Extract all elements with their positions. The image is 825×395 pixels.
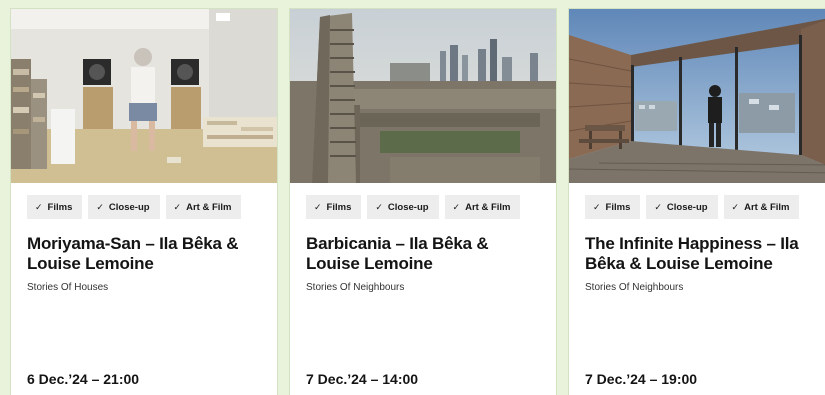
tag-close-up[interactable]: ✓ Close-up — [646, 195, 718, 219]
event-card[interactable]: ✓ Films ✓ Close-up ✓ Art & Film Moriyama-Sa… — [10, 8, 278, 395]
event-series: Stories Of Neighbours — [585, 282, 684, 293]
event-card-list: ✓ Films ✓ Close-up ✓ Art & Film Moriyama-Sa… — [0, 0, 825, 395]
event-card[interactable]: ✓ Films ✓ Close-up ✓ Art & Film The Infinit… — [568, 8, 825, 395]
event-title[interactable]: The Infinite Happiness – Ila Bêka & Loui… — [585, 234, 825, 274]
event-title[interactable]: Barbicania – Ila Bêka & Louise Lemoine — [306, 234, 546, 274]
tag-close-up[interactable]: ✓ Close-up — [88, 195, 160, 219]
tag-label: Films — [326, 201, 352, 213]
tag-label: Art & Film — [465, 201, 511, 213]
event-series: Stories Of Houses — [27, 282, 109, 293]
check-icon: ✓ — [173, 201, 182, 212]
event-date: 7 Dec.’24 – 19:00 — [585, 371, 698, 387]
event-card[interactable]: ✓ Films ✓ Close-up ✓ Art & Film Barbicania … — [289, 8, 557, 395]
tag-label: Close-up — [666, 201, 708, 213]
tag-label: Films — [47, 201, 73, 213]
tag-art-and-film[interactable]: ✓ Art & Film — [444, 195, 521, 219]
terrace-with-man-photo — [569, 9, 825, 183]
tag-label: Art & Film — [186, 201, 232, 213]
check-icon: ✓ — [654, 201, 662, 212]
tag-list: ✓ Films ✓ Close-up ✓ Art & Film — [27, 195, 242, 219]
tag-label: Close-up — [387, 201, 429, 213]
event-thumbnail-image[interactable] — [569, 9, 825, 183]
event-series: Stories Of Neighbours — [306, 282, 405, 293]
event-date: 7 Dec.’24 – 14:00 — [306, 371, 419, 387]
check-icon: ✓ — [593, 201, 601, 212]
tag-label: Films — [605, 201, 631, 213]
tag-list: ✓ Films ✓ Close-up ✓ Art & Film — [306, 195, 521, 219]
event-thumbnail-image[interactable] — [290, 9, 556, 183]
tag-label: Close-up — [108, 201, 150, 213]
tag-close-up[interactable]: ✓ Close-up — [367, 195, 439, 219]
tag-films[interactable]: ✓ Films — [585, 195, 641, 219]
event-title[interactable]: Moriyama-San – Ila Bêka & Louise Lemoine — [27, 234, 267, 274]
tag-films[interactable]: ✓ Films — [306, 195, 362, 219]
city-aerial-photo — [290, 9, 556, 183]
room-with-man-photo — [11, 9, 277, 183]
tag-label: Art & Film — [744, 201, 790, 213]
check-icon: ✓ — [35, 201, 43, 212]
check-icon: ✓ — [96, 201, 104, 212]
tag-art-and-film[interactable]: ✓ Art & Film — [165, 195, 242, 219]
tag-films[interactable]: ✓ Films — [27, 195, 83, 219]
tag-art-and-film[interactable]: ✓ Art & Film — [723, 195, 800, 219]
check-icon: ✓ — [314, 201, 322, 212]
check-icon: ✓ — [731, 201, 740, 212]
check-icon: ✓ — [375, 201, 383, 212]
tag-list: ✓ Films ✓ Close-up ✓ Art & Film — [585, 195, 800, 219]
check-icon: ✓ — [452, 201, 461, 212]
event-thumbnail-image[interactable] — [11, 9, 277, 183]
event-date: 6 Dec.’24 – 21:00 — [27, 371, 140, 387]
